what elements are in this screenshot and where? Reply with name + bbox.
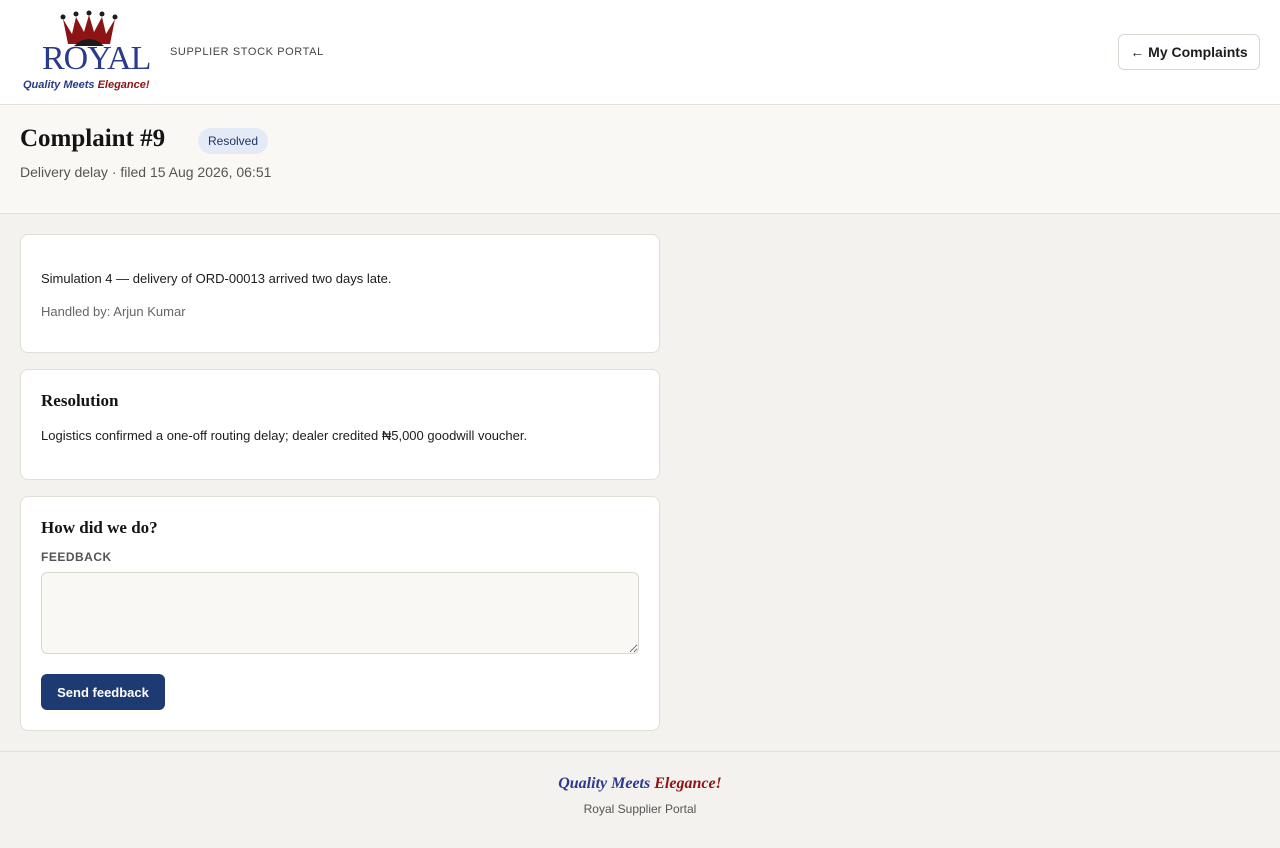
send-feedback-button[interactable]: Send feedback (41, 674, 165, 710)
feedback-heading: How did we do? (41, 518, 158, 537)
resolution-card: Resolution Logistics confirmed a one-off… (20, 369, 660, 480)
logo-tagline: Quality Meets Elegance! (23, 79, 150, 91)
footer-tagline-blue: Quality Meets (558, 775, 655, 792)
footer-tagline: Quality Meets Elegance! (0, 775, 1280, 793)
handled-by: Handled by: Arjun Kumar (41, 304, 186, 319)
portal-label: SUPPLIER STOCK PORTAL (170, 46, 324, 58)
feedback-textarea[interactable] (41, 572, 639, 654)
top-bar: ROYAL Quality Meets Elegance! SUPPLIER S… (0, 0, 1280, 105)
logo-tagline-blue: Quality Meets (23, 79, 98, 91)
footer-tagline-red: Elegance! (654, 775, 722, 792)
my-complaints-button[interactable]: ← My Complaints (1118, 34, 1260, 70)
resolution-text: Logistics confirmed a one-off routing de… (41, 428, 528, 443)
complaint-description: Simulation 4 — delivery of ORD-00013 arr… (41, 271, 392, 286)
logo-tagline-red: Elegance! (97, 79, 150, 91)
complaint-header: Complaint #9 Resolved Delivery delay · f… (0, 105, 1280, 214)
feedback-label: FEEDBACK (41, 550, 112, 564)
royal-logo[interactable]: ROYAL Quality Meets Elegance! (20, 10, 162, 96)
footer-portal-name: Royal Supplier Portal (583, 802, 697, 816)
complaint-details-card: Simulation 4 — delivery of ORD-00013 arr… (20, 234, 660, 353)
complaint-subtitle: Delivery delay · filed 15 Aug 2026, 06:5… (20, 164, 272, 180)
footer: Quality Meets Elegance! Royal Supplier P… (0, 751, 1280, 848)
logo-wordmark: ROYAL (42, 40, 151, 77)
feedback-card: How did we do? FEEDBACK Send feedback (20, 496, 660, 731)
page-title: Complaint #9 (20, 125, 166, 152)
resolution-heading: Resolution (41, 391, 119, 410)
status-badge: Resolved (198, 128, 269, 154)
